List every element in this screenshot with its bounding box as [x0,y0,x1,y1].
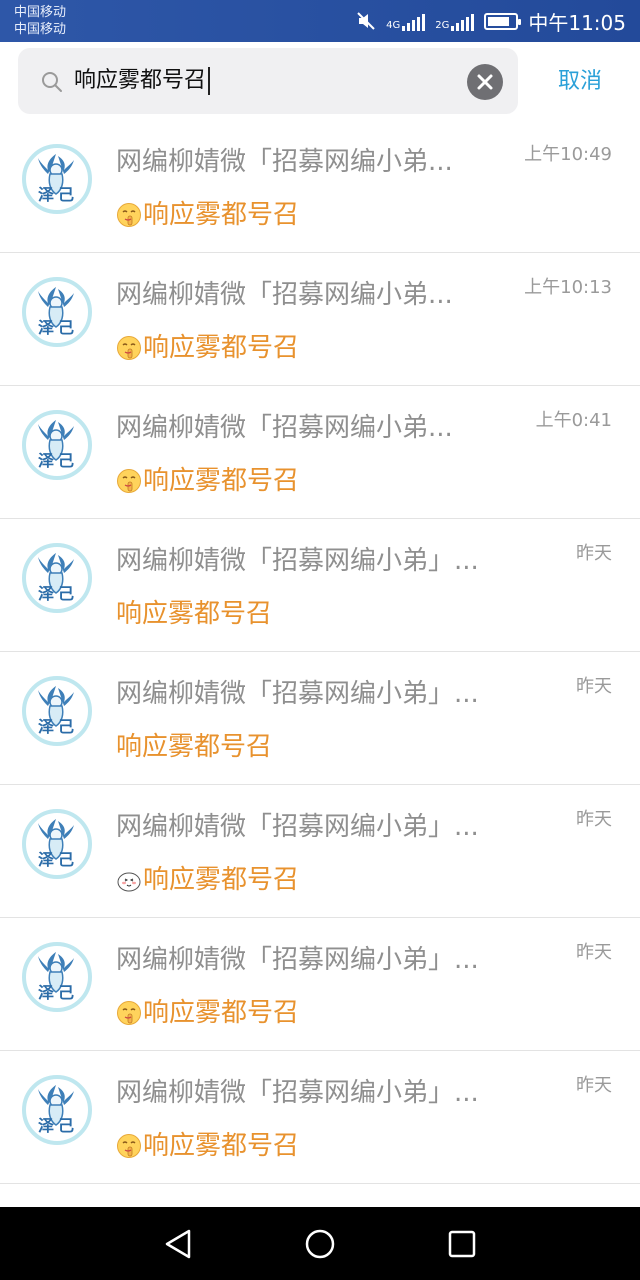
recents-square-icon[interactable] [445,1227,479,1261]
result-title: 网编柳婧微「招募网编小弟... [116,147,453,177]
svg-text:己: 己 [58,850,74,869]
navigation-bar [0,1207,640,1280]
avatar: 泽 己 [22,543,92,613]
shush-emoji-icon [116,335,142,361]
clock: 中午11:05 [528,10,626,35]
svg-text:己: 己 [58,717,74,736]
avatar: 泽 己 [22,144,92,214]
clear-icon[interactable] [467,64,503,100]
svg-text:泽: 泽 [38,983,54,1002]
search-box[interactable]: 响应雾都号召 [18,48,518,114]
carrier-1: 中国移动 [14,5,67,20]
search-header: 响应雾都号召 取消 [0,42,640,122]
result-title: 网编柳婧微「招募网编小弟」... [116,546,479,576]
result-message: 响应雾都号召 [116,990,299,1030]
text-caret [208,67,211,95]
battery-fill [488,16,510,26]
result-message-text: 响应雾都号召 [143,864,300,895]
search-icon [40,70,64,94]
carrier-info: 中国移动 中国移动 [14,4,66,38]
search-result-item[interactable]: 泽 己 网编柳婧微「招募网编小弟... 上午0:41 响应雾都号召 [0,386,640,519]
svg-text:泽: 泽 [38,451,54,470]
svg-text:己: 己 [58,318,74,337]
status-bar: 中国移动 中国移动 4G 2G 中午11:05 [0,0,640,42]
home-circle-icon[interactable] [303,1227,337,1261]
svg-text:己: 己 [58,451,74,470]
result-time: 昨天 [576,543,612,564]
svg-text:泽: 泽 [38,717,54,736]
avatar: 泽 己 [22,1075,92,1145]
result-title: 网编柳婧微「招募网编小弟... [116,413,453,443]
battery-icon [484,12,522,30]
network-2-label: 2G [435,19,450,31]
result-time: 昨天 [576,676,612,697]
result-time: 上午10:13 [524,277,612,298]
signal-2-icon: 2G [435,12,475,31]
result-message-text: 响应雾都号召 [116,598,273,629]
svg-text:泽: 泽 [38,318,54,337]
mute-icon [356,11,376,31]
svg-text:己: 己 [58,983,74,1002]
result-message-text: 响应雾都号召 [143,997,300,1028]
search-query: 响应雾都号召 [74,68,207,93]
result-message-text: 响应雾都号召 [143,465,300,496]
carrier-2: 中国移动 [14,22,67,37]
result-message-text: 响应雾都号召 [143,199,300,230]
avatar: 泽 己 [22,942,92,1012]
result-title: 网编柳婧微「招募网编小弟... [116,280,453,310]
result-message: 响应雾都号召 [116,458,299,498]
result-title: 网编柳婧微「招募网编小弟」... [116,945,479,975]
result-message: 响应雾都号召 [116,325,299,365]
search-result-item[interactable]: 泽 己 网编柳婧微「招募网编小弟」... 昨天 响应雾都号召 [0,785,640,918]
result-time: 上午10:49 [524,144,612,165]
result-message: 响应雾都号召 [116,192,299,232]
result-time: 昨天 [576,809,612,830]
result-title: 网编柳婧微「招募网编小弟」... [116,679,479,709]
result-message-text: 响应雾都号召 [116,731,273,762]
result-message: 响应雾都号召 [116,724,272,764]
result-time: 昨天 [576,1075,612,1096]
svg-text:己: 己 [58,185,74,204]
svg-text:己: 己 [58,584,74,603]
svg-text:泽: 泽 [38,584,54,603]
avatar: 泽 己 [22,676,92,746]
avatar: 泽 己 [22,410,92,480]
svg-text:泽: 泽 [38,1116,54,1135]
result-message: 响应雾都号召 [116,857,299,897]
cute-face-emoji-icon [116,867,142,893]
search-result-item[interactable]: 泽 己 网编柳婧微「招募网编小弟... 上午10:13 响应雾都号召 [0,253,640,386]
signal-1-icon: 4G [386,12,426,31]
result-message-text: 响应雾都号召 [143,1130,300,1161]
result-message: 响应雾都号召 [116,591,272,631]
result-message: 响应雾都号召 [116,1123,299,1163]
network-1-label: 4G [386,19,401,31]
search-result-item[interactable]: 泽 己 网编柳婧微「招募网编小弟」... 昨天 响应雾都号召 [0,1051,640,1184]
shush-emoji-icon [116,1000,142,1026]
search-result-item[interactable]: 泽 己 网编柳婧微「招募网编小弟」... 昨天响应雾都号召 [0,519,640,652]
status-icons: 4G 2G 中午11:05 [356,0,626,42]
shush-emoji-icon [116,202,142,228]
back-triangle-icon[interactable] [161,1227,195,1261]
shush-emoji-icon [116,468,142,494]
search-result-item[interactable]: 泽 己 网编柳婧微「招募网编小弟... 上午10:49 响应雾都号召 [0,120,640,253]
result-title: 网编柳婧微「招募网编小弟」... [116,1078,479,1108]
search-results-list: 泽 己 网编柳婧微「招募网编小弟... 上午10:49 响应雾都号召 泽 己 网编… [0,120,640,1184]
result-title: 网编柳婧微「招募网编小弟」... [116,812,479,842]
shush-emoji-icon [116,1133,142,1159]
svg-text:泽: 泽 [38,850,54,869]
cancel-button[interactable]: 取消 [548,64,612,100]
result-time: 昨天 [576,942,612,963]
svg-text:己: 己 [58,1116,74,1135]
svg-text:泽: 泽 [38,185,54,204]
avatar: 泽 己 [22,277,92,347]
result-time: 上午0:41 [535,410,612,431]
search-result-item[interactable]: 泽 己 网编柳婧微「招募网编小弟」... 昨天响应雾都号召 [0,652,640,785]
search-input[interactable]: 响应雾都号召 [74,60,454,102]
result-message-text: 响应雾都号召 [143,332,300,363]
avatar: 泽 己 [22,809,92,879]
search-result-item[interactable]: 泽 己 网编柳婧微「招募网编小弟」... 昨天 响应雾都号召 [0,918,640,1051]
